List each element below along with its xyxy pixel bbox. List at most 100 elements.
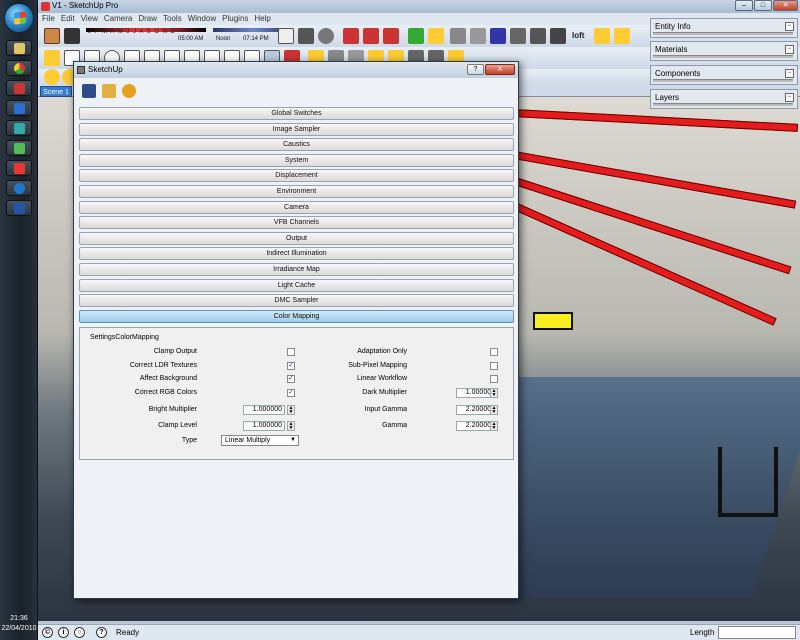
- plugin-tool-12-icon[interactable]: [594, 28, 610, 44]
- clamp-level-input[interactable]: 1.000000: [243, 421, 285, 431]
- taskbar-app-word[interactable]: [6, 200, 32, 216]
- sub-pixel-mapping-checkbox[interactable]: [490, 362, 498, 370]
- adaptation-only-checkbox[interactable]: [490, 348, 498, 356]
- taskbar-app-calendar[interactable]: [6, 160, 32, 176]
- section-environment[interactable]: Environment: [79, 185, 514, 198]
- dialog-close-button[interactable]: X: [485, 64, 515, 75]
- dialog-help-button[interactable]: ?: [467, 64, 484, 75]
- affect-background-checkbox[interactable]: ✓: [287, 375, 295, 383]
- plugin-tool-13-icon[interactable]: [614, 28, 630, 44]
- section-vfb-channels[interactable]: VFB Channels: [79, 216, 514, 229]
- type-dropdown[interactable]: Linear Multiply ▼: [221, 435, 299, 446]
- bright-multiplier-input[interactable]: 1.000000: [243, 405, 285, 415]
- taskbar-app-browser[interactable]: [6, 180, 32, 196]
- tray-components[interactable]: Components −: [650, 65, 798, 85]
- section-system[interactable]: System: [79, 154, 514, 167]
- tray-splitter[interactable]: [653, 55, 793, 58]
- dark-multiplier-stepper[interactable]: ▲ ▼: [490, 388, 498, 398]
- tray-collapse-icon[interactable]: −: [785, 22, 794, 31]
- menu-view[interactable]: View: [78, 13, 101, 25]
- taskbar-app-media[interactable]: [6, 100, 32, 116]
- user-icon[interactable]: ○: [74, 627, 85, 638]
- section-light-cache[interactable]: Light Cache: [79, 279, 514, 292]
- tray-collapse-icon[interactable]: −: [785, 69, 794, 78]
- save-icon[interactable]: [82, 84, 96, 98]
- taskbar-app-sketchup[interactable]: [6, 80, 32, 96]
- tray-splitter[interactable]: [653, 103, 793, 106]
- section-displacement[interactable]: Displacement: [79, 169, 514, 182]
- clock-time[interactable]: 21:36: [0, 615, 38, 622]
- correct-ldr-textures-checkbox[interactable]: ✓: [287, 362, 295, 370]
- linear-workflow-checkbox[interactable]: [490, 375, 498, 383]
- measurements-input[interactable]: [718, 626, 796, 639]
- scene-tab[interactable]: Scene 1: [40, 86, 72, 97]
- credits-icon[interactable]: i: [58, 627, 69, 638]
- section-dmc-sampler[interactable]: DMC Sampler: [79, 294, 514, 307]
- start-button[interactable]: [4, 3, 34, 33]
- plugin-tool-11-icon[interactable]: [550, 28, 566, 44]
- taskbar-app-chrome[interactable]: [6, 60, 32, 76]
- tray-entity-info[interactable]: Entity Info −: [650, 18, 798, 38]
- section-color-mapping[interactable]: Color Mapping: [79, 310, 514, 323]
- section-caustics[interactable]: Caustics: [79, 138, 514, 151]
- plugin-tool-6-icon[interactable]: [450, 28, 466, 44]
- correct-rgb-colors-checkbox[interactable]: ✓: [287, 389, 295, 397]
- menu-edit[interactable]: Edit: [58, 13, 78, 25]
- reset-icon[interactable]: [122, 84, 136, 98]
- status-text: Ready: [116, 628, 140, 637]
- clamp-level-stepper[interactable]: ▲ ▼: [287, 421, 295, 431]
- menu-file[interactable]: File: [38, 13, 58, 25]
- open-folder-icon[interactable]: [102, 84, 116, 98]
- section-output[interactable]: Output: [79, 232, 514, 245]
- taskbar-app-messenger[interactable]: [6, 120, 32, 136]
- select-tool-icon[interactable]: [44, 50, 60, 66]
- plugin-tool-5-icon[interactable]: [428, 28, 444, 44]
- geo-location-icon[interactable]: ©: [42, 627, 53, 638]
- section-camera[interactable]: Camera: [79, 201, 514, 214]
- share-model-icon[interactable]: [64, 28, 80, 44]
- plugin-tool-8-icon[interactable]: [490, 28, 506, 44]
- menu-draw[interactable]: Draw: [135, 13, 160, 25]
- dialog-titlebar[interactable]: SketchUp ? X: [74, 62, 518, 78]
- tray-splitter[interactable]: [653, 32, 793, 35]
- menu-window[interactable]: Window: [185, 13, 219, 25]
- input-gamma-stepper[interactable]: ▲ ▼: [490, 405, 498, 415]
- plugin-tool-1-icon[interactable]: [343, 28, 359, 44]
- app-title: V1 - SketchUp Pro: [52, 1, 119, 10]
- taskbar-app-explorer[interactable]: [6, 40, 32, 56]
- app-close-button[interactable]: ✕: [773, 0, 798, 11]
- vray-render-icon[interactable]: [44, 69, 60, 85]
- tray-layers[interactable]: Layers −: [650, 89, 798, 109]
- walk-icon[interactable]: [298, 28, 314, 44]
- minimize-button[interactable]: –: [735, 0, 753, 11]
- loft-button[interactable]: loft: [572, 31, 584, 40]
- taskbar-app-chat[interactable]: [6, 140, 32, 156]
- plugin-tool-4-icon[interactable]: [408, 28, 424, 44]
- plugin-tool-7-icon[interactable]: [470, 28, 486, 44]
- clock-date[interactable]: 22/04/2010: [0, 625, 38, 632]
- gamma-stepper[interactable]: ▲ ▼: [490, 421, 498, 431]
- person-icon[interactable]: [278, 28, 294, 44]
- plugin-tool-9-icon[interactable]: [510, 28, 526, 44]
- plugin-tool-2-icon[interactable]: [363, 28, 379, 44]
- clamp-output-checkbox[interactable]: [287, 348, 295, 356]
- menu-help[interactable]: Help: [251, 13, 273, 25]
- menu-tools[interactable]: Tools: [160, 13, 185, 25]
- menu-camera[interactable]: Camera: [101, 13, 135, 25]
- tray-collapse-icon[interactable]: −: [785, 93, 794, 102]
- tray-collapse-icon[interactable]: −: [785, 45, 794, 54]
- section-global-switches[interactable]: Global Switches: [79, 107, 514, 120]
- help-icon[interactable]: ?: [96, 627, 107, 638]
- tray-materials[interactable]: Materials −: [650, 41, 798, 61]
- menu-plugins[interactable]: Plugins: [219, 13, 251, 25]
- section-indirect-illumination[interactable]: Indirect Illumination: [79, 247, 514, 260]
- look-around-icon[interactable]: [318, 28, 334, 44]
- get-models-icon[interactable]: [44, 28, 60, 44]
- section-image-sampler[interactable]: Image Sampler: [79, 123, 514, 136]
- plugin-tool-10-icon[interactable]: [530, 28, 546, 44]
- tray-splitter[interactable]: [653, 79, 793, 82]
- section-irradiance-map[interactable]: Irradiance Map: [79, 263, 514, 276]
- bright-multiplier-stepper[interactable]: ▲ ▼: [287, 405, 295, 415]
- maximize-button[interactable]: □: [754, 0, 772, 11]
- plugin-tool-3-icon[interactable]: [383, 28, 399, 44]
